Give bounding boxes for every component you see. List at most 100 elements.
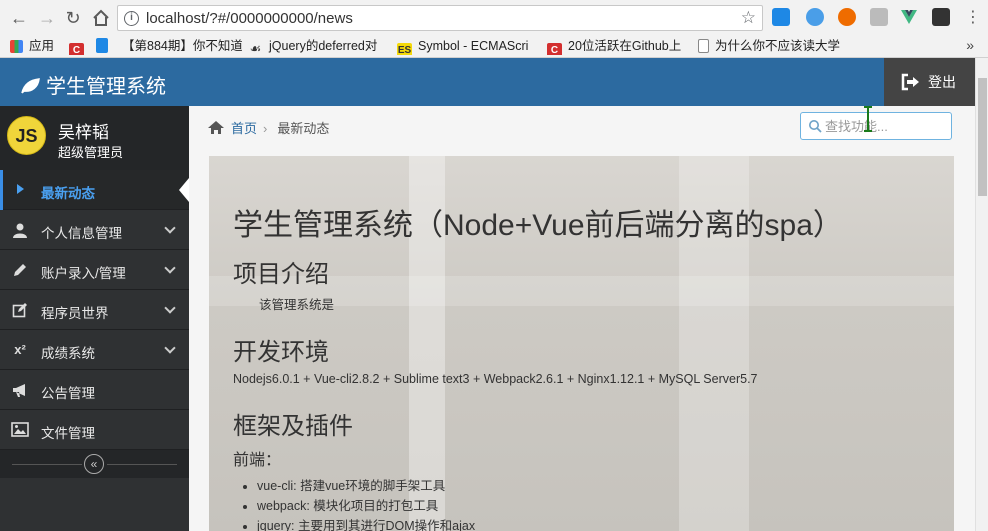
chevron-down-icon xyxy=(164,342,176,354)
extension-film-icon[interactable] xyxy=(932,8,950,26)
main-content: 首页 › 最新动态 学生管理系统（Node+Vue前后端分离的spa） 项目介绍 该… xyxy=(189,106,975,531)
bookmark-page-icon xyxy=(698,39,709,53)
pencil-icon xyxy=(11,262,29,278)
bookmark-label: 20位活跃在Github上 xyxy=(568,39,682,53)
bookmarks-overflow[interactable]: » xyxy=(966,37,974,53)
page-scrollbar[interactable] xyxy=(975,58,988,531)
divider xyxy=(12,464,82,465)
menu-item-accounts[interactable]: 账户录入/管理 xyxy=(0,250,189,290)
bookmarks-bar: 应用 C 【第884期】你不知道 ☙ jQuery的deferred对 ES Sym… xyxy=(0,35,988,58)
list-item: vue-cli: 搭建vue环境的脚手架工具 xyxy=(257,476,475,496)
menu-item-grades[interactable]: x² 成绩系统 xyxy=(0,330,189,370)
chevron-down-icon xyxy=(164,222,176,234)
info-icon[interactable]: i xyxy=(124,11,139,26)
logout-button[interactable]: 登出 xyxy=(884,58,976,106)
address-bar[interactable]: i localhost/?#/0000000000/news ☆ xyxy=(117,5,763,31)
menu-item-label: 文件管理 xyxy=(41,426,95,441)
bookmark-label: 【第884期】你不知道 xyxy=(122,39,242,53)
extension-orange-icon[interactable] xyxy=(838,8,856,26)
chevron-down-icon xyxy=(164,302,176,314)
breadcrumb-current: 最新动态 xyxy=(277,121,330,136)
menu-item-label: 个人信息管理 xyxy=(41,226,122,241)
user-icon xyxy=(11,222,29,238)
menu-item-label: 成绩系统 xyxy=(41,346,95,361)
scrollbar-thumb[interactable] xyxy=(978,78,987,196)
superscript-icon: x² xyxy=(14,342,26,357)
list-item: jquery: 主要用到其进行DOM操作和ajax xyxy=(257,516,475,531)
sidebar: JS 吴梓韬 超级管理员 最新动态 个人信息管理 账户录入/管理 程序员世界 x… xyxy=(0,106,189,531)
apps-grid-icon xyxy=(10,40,23,53)
bookmark-symbol[interactable]: ES Symbol - ECMAScri xyxy=(397,38,537,55)
bookmark-es-icon: ES xyxy=(397,43,412,55)
extension-angular-icon[interactable] xyxy=(870,8,888,26)
breadcrumb-separator: › xyxy=(263,121,268,136)
home-icon xyxy=(208,121,224,134)
breadcrumb: 首页 › 最新动态 xyxy=(207,118,329,137)
bookmark-label: 应用 xyxy=(29,39,55,53)
menu-item-announcements[interactable]: 公告管理 xyxy=(0,370,189,410)
home-icon[interactable] xyxy=(90,7,112,29)
menu-dots-icon[interactable]: ⋮ xyxy=(962,7,984,29)
extension-checker-icon[interactable] xyxy=(806,8,824,26)
active-indicator xyxy=(179,178,189,202)
bookmark-doc[interactable] xyxy=(96,38,114,55)
sidebar-collapse-bar: « xyxy=(0,450,189,478)
leaf-icon xyxy=(21,78,40,94)
menu-item-label: 最新动态 xyxy=(41,186,95,201)
edit-icon xyxy=(11,302,29,318)
menu-item-label: 程序员世界 xyxy=(41,306,109,321)
doc-env-text: Nodejs6.0.1 + Vue-cli2.8.2 + Sublime tex… xyxy=(233,372,758,386)
doc-heading-frameworks: 框架及插件 xyxy=(233,413,353,440)
divider xyxy=(107,464,177,465)
breadcrumb-home[interactable]: 首页 xyxy=(231,121,257,136)
search-icon xyxy=(809,120,822,133)
browser-toolbar: ← → ↻ i localhost/?#/0000000000/news ☆ ⋮ xyxy=(0,0,988,35)
bookmark-c-icon: C xyxy=(69,43,84,55)
app-title-text: 学生管理系统 xyxy=(46,76,166,98)
logout-icon xyxy=(901,73,919,91)
doc-frontend-list: vue-cli: 搭建vue环境的脚手架工具 webpack: 模块化项目的打包… xyxy=(257,476,475,531)
bookmark-university[interactable]: 为什么你不应该读大学 xyxy=(698,38,840,55)
logout-label: 登出 xyxy=(928,74,956,90)
doc-title: 学生管理系统（Node+Vue前后端分离的spa） xyxy=(233,209,843,242)
user-role: 超级管理员 xyxy=(58,145,124,160)
collapse-icon[interactable]: « xyxy=(84,454,104,474)
menu-item-profile[interactable]: 个人信息管理 xyxy=(0,210,189,250)
doc-intro-text: 该管理系统是 xyxy=(259,298,335,312)
back-arrow-icon[interactable]: ← xyxy=(8,7,30,29)
extension-vue-icon[interactable] xyxy=(900,8,918,26)
bookmark-brush-icon: ☙ xyxy=(249,41,262,55)
menu-item-programmers[interactable]: 程序员世界 xyxy=(0,290,189,330)
extension-translate-icon[interactable] xyxy=(772,8,790,26)
bookmark-doc-icon xyxy=(96,38,108,53)
news-panel: 学生管理系统（Node+Vue前后端分离的spa） 项目介绍 该管理系统是 开发… xyxy=(209,156,954,531)
text-cursor-icon xyxy=(864,106,872,132)
search-box[interactable] xyxy=(800,112,952,140)
app-title: 学生管理系统 xyxy=(20,70,166,99)
bookmark-label: jQuery的deferred对 xyxy=(269,39,378,53)
bookmark-apps[interactable]: 应用 xyxy=(10,38,54,55)
menu-item-news[interactable]: 最新动态 xyxy=(0,170,189,210)
doc-frontend-label: 前端： xyxy=(233,452,282,469)
url-text[interactable]: localhost/?#/0000000000/news xyxy=(146,10,353,27)
app-header: 学生管理系统 登出 xyxy=(0,58,988,106)
menu-item-files[interactable]: 文件管理 xyxy=(0,410,189,450)
bookmark-star-icon[interactable]: ☆ xyxy=(741,8,756,28)
bullhorn-icon xyxy=(11,382,29,398)
forward-arrow-icon[interactable]: → xyxy=(36,7,58,29)
menu-item-label: 账户录入/管理 xyxy=(41,266,126,281)
bookmark-jquery[interactable]: ☙ jQuery的deferred对 xyxy=(248,38,386,55)
avatar[interactable]: JS xyxy=(7,116,46,155)
bookmark-884[interactable]: 【第884期】你不知道 xyxy=(122,38,242,55)
list-item: webpack: 模块化项目的打包工具 xyxy=(257,496,475,516)
picture-icon xyxy=(11,422,29,438)
bookmark-label: 为什么你不应该读大学 xyxy=(715,39,840,53)
bookmark-github[interactable]: C 20位活跃在Github上 xyxy=(547,38,687,55)
menu-item-label: 公告管理 xyxy=(41,386,95,401)
bookmark-c1[interactable]: C xyxy=(69,38,90,55)
bookmark-c-icon: C xyxy=(547,43,562,55)
chevron-down-icon xyxy=(164,262,176,274)
user-name: 吴梓韬 xyxy=(58,123,109,142)
search-input[interactable] xyxy=(825,117,945,135)
reload-icon[interactable]: ↻ xyxy=(62,7,84,29)
